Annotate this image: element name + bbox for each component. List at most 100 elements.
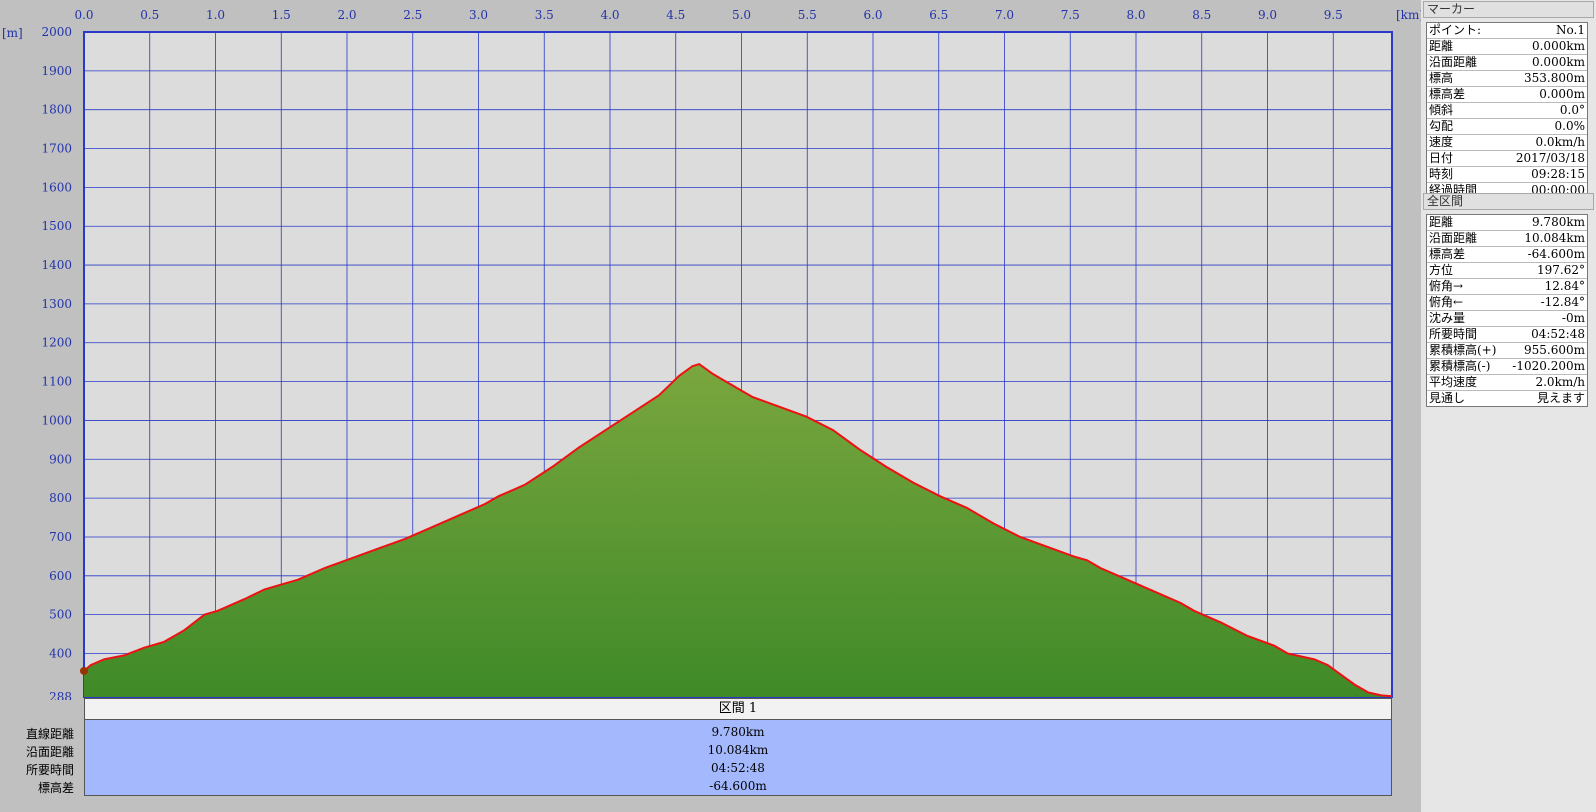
- total-row: 平均速度 2.0km/h: [1427, 375, 1587, 391]
- total-row-label: 俯角→: [1429, 279, 1464, 293]
- total-row-value: 955.600m: [1523, 343, 1585, 357]
- total-row-value: -0m: [1561, 311, 1585, 325]
- y-tick-label: 600: [49, 569, 72, 583]
- marker-row-value: 353.800m: [1523, 71, 1585, 85]
- total-row-label: 沿面距離: [1429, 231, 1478, 245]
- marker-row: 標高差 0.000m: [1427, 87, 1587, 103]
- section-value-time: 04:52:48: [711, 761, 765, 775]
- marker-row-label: 速度: [1429, 135, 1454, 149]
- marker-row-value: 0.000km: [1531, 39, 1585, 53]
- y-tick-label: 1500: [41, 219, 72, 233]
- elevation-profile-chart[interactable]: 0.0 0.5 1.0 1.5 2.0 2.5 3.0 3.5 4.0 4.5 5.0 5.5 6.0 6…: [0, 0, 1421, 700]
- total-row: 累積標高(-) -1020.200m: [1427, 359, 1587, 375]
- total-row-value: 2.0km/h: [1535, 375, 1585, 389]
- x-tick-label: 7.5: [1061, 8, 1080, 22]
- marker-info-table: ポイント: No.1 距離 0.000km 沿面距離 0.000km 標高 353.800m 標…: [1426, 22, 1588, 199]
- marker-row-label: 距離: [1429, 39, 1454, 53]
- y-tick-label: 1000: [41, 413, 72, 427]
- y-tick-label: 1300: [41, 297, 72, 311]
- x-tick-label: 7.0: [995, 8, 1014, 22]
- marker-row-value: 2017/03/18: [1515, 151, 1585, 165]
- x-tick-label: 5.5: [798, 8, 817, 22]
- marker-row-label: 標高差: [1429, 87, 1466, 101]
- x-tick-label: 2.0: [337, 8, 356, 22]
- section-label-surface-distance: 沿面距離: [25, 745, 74, 759]
- y-tick-label: 1100: [41, 375, 72, 389]
- marker-row-label: 傾斜: [1429, 103, 1454, 117]
- total-row-value: 197.62°: [1537, 263, 1585, 277]
- marker-row: 日付 2017/03/18: [1427, 151, 1587, 167]
- total-row-label: 標高差: [1429, 247, 1466, 261]
- total-row-value: -1020.200m: [1512, 359, 1585, 373]
- total-row-label: 所要時間: [1429, 327, 1478, 341]
- marker-row-value: 0.0km/h: [1535, 135, 1585, 149]
- section-label-time: 所要時間: [25, 763, 74, 777]
- marker-point: [80, 666, 88, 675]
- section-summary-table: 区間 1 直線距離 沿面距離 所要時間 標高差 9.780km 10.084km…: [0, 698, 1421, 798]
- y-tick-label: 700: [49, 530, 72, 544]
- x-tick-label: 9.5: [1324, 8, 1343, 22]
- y-tick-label: 1900: [41, 64, 72, 78]
- total-row-value: 12.84°: [1544, 279, 1585, 293]
- marker-row: 速度 0.0km/h: [1427, 135, 1587, 151]
- x-tick-label: 8.0: [1126, 8, 1145, 22]
- x-axis-unit: [km]: [1396, 8, 1421, 22]
- x-tick-label: 0.5: [140, 8, 159, 22]
- x-tick-label: 9.0: [1258, 8, 1277, 22]
- total-row-label: 俯角←: [1429, 295, 1464, 309]
- marker-row-value: 0.000km: [1531, 55, 1585, 69]
- total-row: 所要時間 04:52:48: [1427, 327, 1587, 343]
- marker-row-value: 09:28:15: [1531, 167, 1585, 181]
- total-header[interactable]: 全区間: [1423, 193, 1594, 210]
- total-row-label: 平均速度: [1429, 375, 1478, 389]
- info-side-panel: マーカー ポイント: No.1 距離 0.000km 沿面距離 0.000km 標高 353.…: [1421, 0, 1596, 812]
- total-row-value: -64.600m: [1527, 247, 1585, 261]
- total-row: 方位 197.62°: [1427, 263, 1587, 279]
- x-tick-label: 1.5: [272, 8, 291, 22]
- y-tick-label: 1600: [41, 180, 72, 194]
- marker-row-value: 0.0%: [1554, 119, 1586, 133]
- total-row-label: 累積標高(-): [1429, 359, 1491, 373]
- total-row: 俯角→ 12.84°: [1427, 279, 1587, 295]
- y-tick-label: 800: [49, 491, 72, 505]
- total-row-label: 沈み量: [1429, 311, 1466, 325]
- marker-header[interactable]: マーカー: [1423, 1, 1594, 18]
- marker-row: 沿面距離 0.000km: [1427, 55, 1587, 71]
- y-tick-label: 1800: [41, 103, 72, 117]
- x-tick-label: 0.0: [74, 8, 93, 22]
- y-tick-label: 400: [49, 646, 72, 660]
- marker-row-value: 0.0°: [1559, 103, 1585, 117]
- x-tick-label: 5.0: [732, 8, 751, 22]
- total-row: 累積標高(+) 955.600m: [1427, 343, 1587, 359]
- x-tick-label: 6.5: [929, 8, 948, 22]
- total-row-value: 10.084km: [1524, 231, 1585, 245]
- marker-row: 時刻 09:28:15: [1427, 167, 1587, 183]
- x-tick-label: 1.0: [206, 8, 225, 22]
- total-row-value: 見えます: [1536, 391, 1585, 405]
- section-value-straight-distance: 9.780km: [711, 725, 765, 739]
- marker-row-label: 沿面距離: [1429, 55, 1478, 69]
- y-tick-label: 1700: [41, 142, 72, 156]
- section-header: 区間 1: [84, 698, 1392, 720]
- marker-row-label: 日付: [1429, 151, 1454, 165]
- y-tick-label: 900: [49, 452, 72, 466]
- section-label-elevation-diff: 標高差: [37, 781, 74, 795]
- x-tick-label: 3.5: [535, 8, 554, 22]
- x-tick-label: 6.0: [863, 8, 882, 22]
- x-tick-label: 3.0: [469, 8, 488, 22]
- total-row-value: 04:52:48: [1531, 327, 1585, 341]
- y-tick-label: 2000: [41, 25, 72, 39]
- marker-row: 勾配 0.0%: [1427, 119, 1587, 135]
- total-row: 見通し 見えます: [1427, 391, 1587, 406]
- total-row-value: -12.84°: [1540, 295, 1585, 309]
- x-tick-label: 8.5: [1192, 8, 1211, 22]
- total-row-label: 距離: [1429, 215, 1454, 229]
- marker-row-label: ポイント:: [1429, 23, 1482, 37]
- x-tick-label: 2.5: [403, 8, 422, 22]
- section-value-surface-distance: 10.084km: [707, 743, 769, 757]
- total-row: 標高差 -64.600m: [1427, 247, 1587, 263]
- y-tick-label: 1400: [41, 258, 72, 272]
- y-tick-label: 500: [49, 608, 72, 622]
- y-axis-unit: [m]: [2, 26, 23, 40]
- marker-row: 傾斜 0.0°: [1427, 103, 1587, 119]
